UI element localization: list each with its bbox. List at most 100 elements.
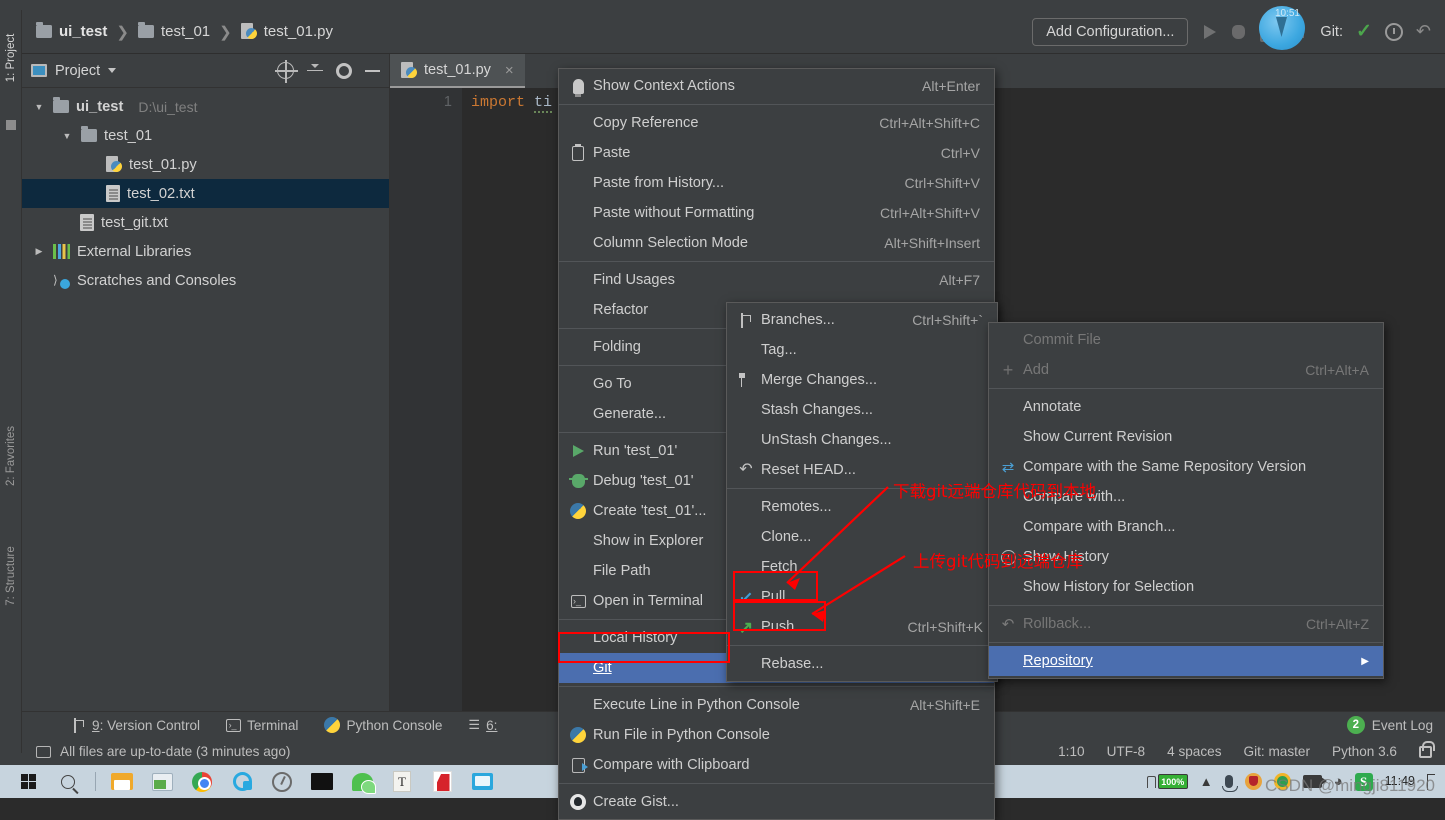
menu-item-tag[interactable]: Tag... [727, 335, 997, 365]
lock-icon[interactable] [1419, 740, 1435, 758]
strip-favorites-label[interactable]: 2: Favorites [5, 411, 17, 501]
menu-item-commit-file: Commit File [989, 325, 1383, 355]
editor-tab-test_01-py[interactable]: test_01.py × [390, 54, 525, 88]
twisty-icon[interactable] [60, 131, 74, 141]
menu-item-branches[interactable]: Branches... Ctrl+Shift+` [727, 305, 997, 335]
start-button[interactable] [8, 765, 48, 798]
menu-shortcut: Ctrl+V [940, 145, 980, 161]
terminal-icon [226, 718, 242, 732]
terminal-icon [570, 594, 586, 608]
tool-button-python-console[interactable]: Python Console [324, 717, 442, 733]
menu-label: Create 'test_01'... [593, 503, 707, 519]
menu-item-stash-changes[interactable]: Stash Changes... [727, 395, 997, 425]
command-prompt[interactable] [302, 765, 342, 798]
strip-project-label[interactable]: 1: Project [5, 23, 17, 93]
plus-icon: + [1002, 360, 1014, 380]
menu-label: Rollback... [1023, 616, 1092, 632]
debug-icon[interactable] [1232, 24, 1246, 39]
tree-row-test_git-txt[interactable]: test_git.txt [22, 208, 389, 237]
wechat[interactable] [342, 765, 382, 798]
event-count-badge: 2 [1346, 716, 1365, 734]
command-prompt-icon [311, 773, 333, 790]
ring-app[interactable] [262, 765, 302, 798]
gear-icon[interactable] [336, 62, 352, 79]
microphone-icon[interactable] [1221, 775, 1238, 792]
menu-item-execute-line-in-python-console[interactable]: Execute Line in Python Console Alt+Shift… [559, 690, 994, 720]
highlight-box-pull [733, 571, 818, 601]
status-indent[interactable]: 4 spaces [1167, 744, 1221, 759]
menu-item-show-context-actions[interactable]: Show Context Actions Alt+Enter [559, 71, 994, 101]
tool-button-todo[interactable]: ☰ 6: [468, 717, 497, 733]
chevron-up-icon[interactable]: ▲ [1200, 774, 1213, 789]
collapse-all-icon[interactable] [307, 63, 323, 79]
chevron-down-icon[interactable] [108, 68, 117, 73]
rollback-icon[interactable]: ↶ [1416, 21, 1431, 42]
twisty-icon[interactable] [32, 102, 46, 112]
breadcrumb-item-ui_test[interactable]: ui_test [36, 22, 107, 40]
menu-label: Clone... [761, 529, 812, 545]
status-encoding[interactable]: UTF-8 [1107, 744, 1146, 759]
menu-item-find-usages[interactable]: Find Usages Alt+F7 [559, 265, 994, 295]
menu-shortcut: Alt+Enter [922, 78, 980, 94]
tree-row-test_01-py[interactable]: test_01.py [22, 150, 389, 179]
github-icon [570, 794, 586, 810]
tool-button-version-control[interactable]: 9: Version Control [72, 717, 200, 733]
menu-item-run-file-in-python-console[interactable]: Run File in Python Console [559, 720, 994, 750]
status-interpreter[interactable]: Python 3.6 [1332, 744, 1397, 759]
tree-row-test_01[interactable]: test_01 [22, 121, 389, 150]
close-icon[interactable]: × [505, 62, 514, 79]
qq[interactable] [222, 765, 262, 798]
menu-item-compare-with-branch[interactable]: Compare with Branch... [989, 512, 1383, 542]
battery-icon: 100% [1157, 774, 1188, 789]
file-explorer[interactable] [102, 765, 142, 798]
mail[interactable] [462, 765, 502, 798]
menu-item-rebase[interactable]: Rebase... [727, 649, 997, 679]
taskbar-search[interactable] [48, 765, 88, 798]
battery-indicator[interactable]: 100% [1146, 774, 1188, 789]
menu-item-column-selection-mode[interactable]: Column Selection Mode Alt+Shift+Insert [559, 228, 994, 258]
tool-label: Python Console [346, 717, 443, 733]
menu-item-annotate[interactable]: Annotate [989, 392, 1383, 422]
paint[interactable] [142, 765, 182, 798]
menu-item-copy-reference[interactable]: Copy Reference Ctrl+Alt+Shift+C [559, 108, 994, 138]
security-icon[interactable] [1244, 773, 1262, 790]
tree-row-ui_test[interactable]: ui_test D:\ui_test [22, 92, 389, 121]
twisty-icon[interactable] [32, 246, 46, 257]
tool-button-terminal[interactable]: Terminal [226, 718, 298, 733]
tree-row-scratches[interactable]: Scratches and Consoles [22, 266, 389, 295]
menu-label: Reset HEAD... [761, 462, 856, 478]
text-tool[interactable]: T [382, 765, 422, 798]
tree-row-test_02-txt[interactable]: test_02.txt [22, 179, 389, 208]
breadcrumb-item-test_01[interactable]: test_01 [137, 22, 210, 40]
check-icon[interactable]: ✓ [1356, 20, 1372, 43]
minimize-icon[interactable] [365, 69, 380, 72]
run-icon [572, 445, 584, 457]
menu-item-unstash-changes[interactable]: UnStash Changes... [727, 425, 997, 455]
menu-item-paste-from-history[interactable]: Paste from History... Ctrl+Shift+V [559, 168, 994, 198]
menu-item-paste-without-formatting[interactable]: Paste without Formatting Ctrl+Alt+Shift+… [559, 198, 994, 228]
status-git-branch[interactable]: Git: master [1244, 744, 1310, 759]
run-icon[interactable] [1201, 23, 1219, 41]
menu-item-show-history-for-selection[interactable]: Show History for Selection [989, 572, 1383, 602]
menu-item-create-gist[interactable]: Create Gist... [559, 787, 994, 817]
status-caret-position[interactable]: 1:10 [1058, 744, 1084, 759]
event-log-button[interactable]: 2 Event Log [1346, 716, 1445, 734]
history-icon[interactable] [1384, 22, 1403, 41]
menu-item-repository[interactable]: Repository ▶ [989, 646, 1383, 676]
menu-item-merge-changes[interactable]: Merge Changes... [727, 365, 997, 395]
qq-icon [232, 772, 252, 791]
menu-separator [989, 605, 1383, 606]
menu-label: Show Context Actions [593, 78, 735, 94]
project-title[interactable]: Project [55, 63, 100, 79]
menu-item-compare-with-clipboard[interactable]: Compare with Clipboard [559, 750, 994, 780]
strip-structure-label[interactable]: 7: Structure [5, 531, 17, 621]
menu-label: Repository [1023, 653, 1093, 669]
tree-row-external-libraries[interactable]: External Libraries [22, 237, 389, 266]
chrome[interactable] [182, 765, 222, 798]
menu-item-show-current-revision[interactable]: Show Current Revision [989, 422, 1383, 452]
add-configuration-button[interactable]: Add Configuration... [1032, 17, 1189, 46]
menu-item-paste[interactable]: Paste Ctrl+V [559, 138, 994, 168]
pdf-reader[interactable] [422, 765, 462, 798]
target-icon[interactable] [275, 60, 298, 83]
breadcrumb-item-test_01-py[interactable]: test_01.py [240, 23, 333, 40]
